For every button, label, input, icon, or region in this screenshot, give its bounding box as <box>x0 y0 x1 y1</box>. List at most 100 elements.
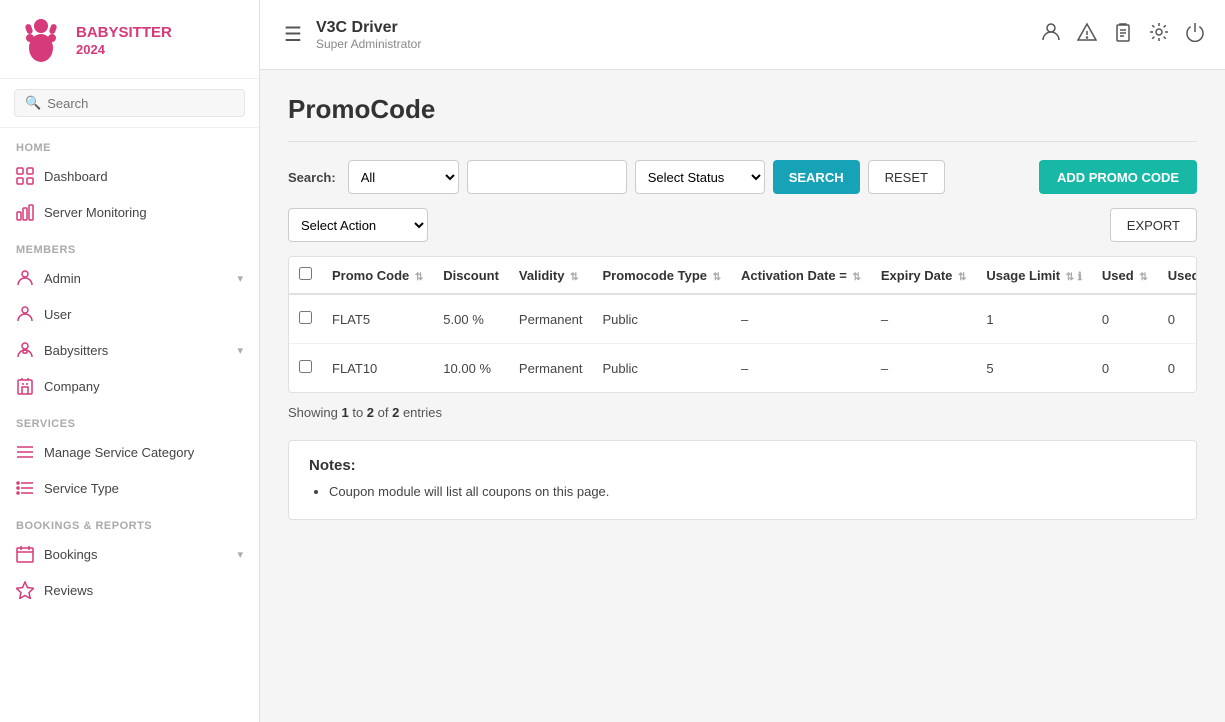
reset-button[interactable]: RESET <box>868 160 945 194</box>
action-bar: Select Action Delete EXPORT <box>288 208 1197 242</box>
entries-label: entries <box>399 405 442 420</box>
sidebar-item-server-monitoring[interactable]: Server Monitoring <box>0 194 259 230</box>
power-icon[interactable] <box>1185 22 1205 47</box>
notes-title: Notes: <box>309 457 1176 474</box>
sort-icon-type[interactable]: ⇅ <box>713 272 721 283</box>
page-title: PromoCode <box>288 94 1197 125</box>
settings-icon[interactable] <box>1149 22 1169 47</box>
table-row: FLAT10 10.00 % Permanent Public – – 5 0 … <box>289 344 1197 393</box>
th-promocode-type: Promocode Type ⇅ <box>593 257 732 294</box>
reviews-label: Reviews <box>44 583 243 598</box>
notes-box: Notes: Coupon module will list all coupo… <box>288 440 1197 520</box>
search-icon: 🔍 <box>25 95 41 111</box>
table-body: FLAT5 5.00 % Permanent Public – – 1 0 0 … <box>289 294 1197 392</box>
user-icon <box>16 305 34 323</box>
action-select[interactable]: Select Action Delete <box>288 208 428 242</box>
calendar-icon <box>16 545 34 563</box>
nav-section-home: HOME <box>0 128 259 158</box>
th-used-in-schedule-booking: Used In Schedule Booking ℹ <box>1158 257 1197 294</box>
dashboard-label: Dashboard <box>44 169 243 184</box>
td-check-1 <box>289 294 322 344</box>
bookings-label: Bookings <box>44 547 227 562</box>
td-schedule-2: 0 <box>1158 344 1197 393</box>
sidebar-item-user[interactable]: User <box>0 296 259 332</box>
sort-icon-promo[interactable]: ⇅ <box>415 272 423 283</box>
clipboard-icon[interactable] <box>1113 22 1133 47</box>
sidebar-item-dashboard[interactable]: Dashboard <box>0 158 259 194</box>
row-checkbox-1[interactable] <box>299 311 312 324</box>
th-discount: Discount <box>433 257 509 294</box>
topbar-icons <box>1041 22 1205 47</box>
menu-button[interactable]: ☰ <box>280 18 306 51</box>
td-discount-2: 10.00 % <box>433 344 509 393</box>
search-text-input[interactable] <box>467 160 627 194</box>
td-check-2 <box>289 344 322 393</box>
of-label: of <box>374 405 392 420</box>
row-checkbox-2[interactable] <box>299 360 312 373</box>
th-activation-date: Activation Date = ⇅ <box>731 257 871 294</box>
export-button[interactable]: EXPORT <box>1110 208 1197 242</box>
td-type-1: Public <box>593 294 732 344</box>
sidebar-item-admin[interactable]: Admin ▾ <box>0 260 259 296</box>
td-activation-2: – <box>731 344 871 393</box>
nav-section-services: SERVICES <box>0 404 259 434</box>
sort-icon-validity[interactable]: ⇅ <box>570 272 578 283</box>
td-promo-code-2: FLAT10 <box>322 344 433 393</box>
promo-table-container: Promo Code ⇅ Discount Validity ⇅ Promoco… <box>288 256 1197 393</box>
sidebar-logo: BABYSITTER 2024 <box>0 0 259 79</box>
sort-icon-used[interactable]: ⇅ <box>1139 272 1147 283</box>
topbar: ☰ V3C Driver Super Administrator <box>260 0 1225 70</box>
status-select[interactable]: Select Status Active Inactive <box>635 160 765 194</box>
td-discount-1: 5.00 % <box>433 294 509 344</box>
td-schedule-1: 0 <box>1158 294 1197 344</box>
search-button[interactable]: SEARCH <box>773 160 860 194</box>
sort-icon-expiry[interactable]: ⇅ <box>958 272 966 283</box>
chart-bar-icon <box>16 203 34 221</box>
td-usage-1: 1 <box>976 294 1092 344</box>
promo-table: Promo Code ⇅ Discount Validity ⇅ Promoco… <box>289 257 1197 392</box>
brand-name: BABYSITTER <box>76 24 172 42</box>
chevron-down-icon-baby: ▾ <box>237 344 243 357</box>
search-input[interactable] <box>47 96 234 111</box>
list-check-icon <box>16 443 34 461</box>
th-promo-code: Promo Code ⇅ <box>322 257 433 294</box>
search-bar: Search: All Promo Code Discount Select S… <box>288 160 1197 194</box>
babysitters-label: Babysitters <box>44 343 227 358</box>
main-area: ☰ V3C Driver Super Administrator PromoC <box>260 0 1225 722</box>
sidebar-item-bookings[interactable]: Bookings ▾ <box>0 536 259 572</box>
td-type-2: Public <box>593 344 732 393</box>
table-header-row: Promo Code ⇅ Discount Validity ⇅ Promoco… <box>289 257 1197 294</box>
th-used: Used ⇅ <box>1092 257 1158 294</box>
sidebar-item-company[interactable]: Company <box>0 368 259 404</box>
td-expiry-1: – <box>871 294 977 344</box>
sidebar-search-wrap: 🔍 <box>0 79 259 128</box>
sidebar-item-manage-service-category[interactable]: Manage Service Category <box>0 434 259 470</box>
td-validity-1: Permanent <box>509 294 593 344</box>
title-divider <box>288 141 1197 142</box>
sidebar-item-reviews[interactable]: Reviews <box>0 572 259 608</box>
info-icon-usage[interactable]: ℹ <box>1078 271 1082 283</box>
pagination-info: Showing 1 to 2 of 2 entries <box>288 405 1197 420</box>
person-badge-icon <box>16 341 34 359</box>
alert-triangle-icon[interactable] <box>1077 22 1097 47</box>
chevron-down-icon: ▾ <box>237 272 243 285</box>
filter-select[interactable]: All Promo Code Discount <box>348 160 459 194</box>
td-used-1: 0 <box>1092 294 1158 344</box>
list-icon <box>16 479 34 497</box>
brand-year: 2024 <box>76 42 172 58</box>
select-all-checkbox[interactable] <box>299 267 312 280</box>
sidebar: BABYSITTER 2024 🔍 HOME Dashboard Server … <box>0 0 260 722</box>
add-promo-code-button[interactable]: ADD PROMO CODE <box>1039 160 1197 194</box>
page-from: 1 <box>341 405 348 420</box>
admin-label: Admin <box>44 271 227 286</box>
sort-icon-activation[interactable]: ⇅ <box>852 272 860 283</box>
th-expiry-date: Expiry Date ⇅ <box>871 257 977 294</box>
person-icon <box>16 269 34 287</box>
search-label: Search: <box>288 170 336 185</box>
nav-section-members: MEMBERS <box>0 230 259 260</box>
td-activation-1: – <box>731 294 871 344</box>
user-profile-icon[interactable] <box>1041 22 1061 47</box>
sidebar-item-babysitters[interactable]: Babysitters ▾ <box>0 332 259 368</box>
sort-icon-usage[interactable]: ⇅ <box>1066 272 1074 283</box>
sidebar-item-service-type[interactable]: Service Type <box>0 470 259 506</box>
